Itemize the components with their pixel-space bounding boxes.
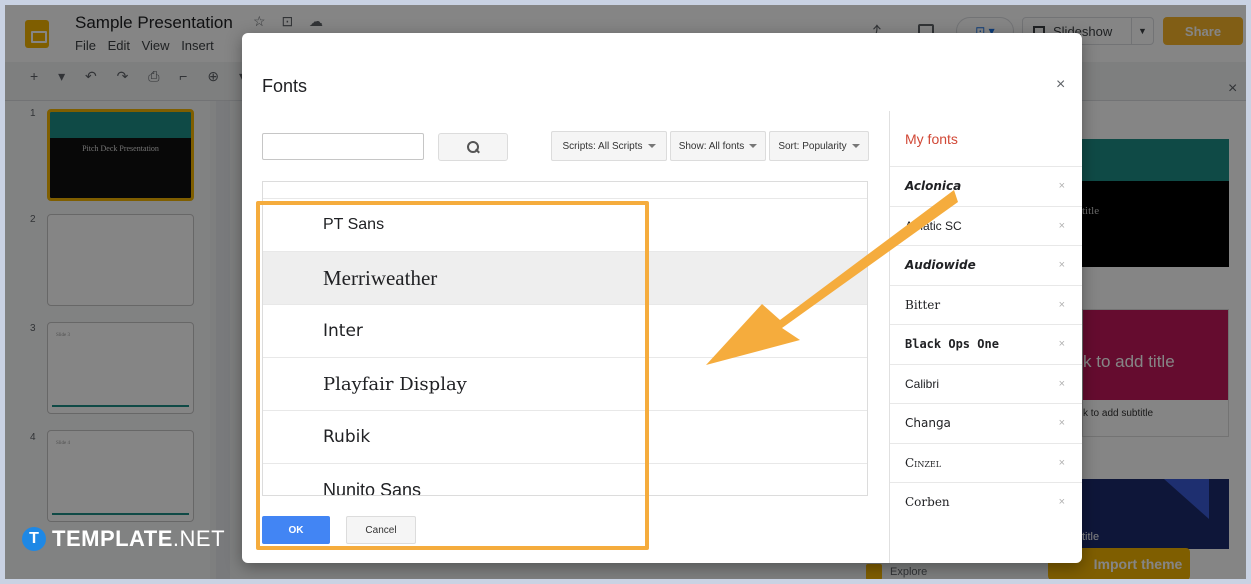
remove-font-icon[interactable]: × bbox=[1059, 180, 1065, 192]
show-filter-dropdown[interactable]: Show: All fonts bbox=[670, 131, 766, 161]
remove-font-icon[interactable]: × bbox=[1059, 378, 1065, 390]
close-icon[interactable]: × bbox=[1056, 76, 1065, 94]
remove-font-icon[interactable]: × bbox=[1059, 496, 1065, 508]
my-font-name: Cinzel bbox=[905, 455, 942, 470]
dropdown-arrow-icon bbox=[851, 144, 860, 148]
dropdown-arrow-icon bbox=[647, 144, 656, 148]
search-icon bbox=[467, 141, 479, 153]
show-filter-label: Show: All fonts bbox=[678, 140, 745, 152]
dialog-title: Fonts bbox=[262, 76, 308, 96]
dropdown-arrow-icon bbox=[749, 144, 758, 148]
sort-filter-dropdown[interactable]: Sort: Popularity bbox=[769, 131, 869, 161]
my-font-item[interactable]: Corben × bbox=[890, 482, 1082, 522]
watermark-bold: TEMPLATE bbox=[52, 526, 173, 551]
arrow-shape bbox=[706, 190, 958, 365]
template-logo-icon: T bbox=[22, 527, 46, 551]
tutorial-arrow-icon bbox=[706, 190, 958, 365]
my-font-name: Changa bbox=[905, 416, 951, 431]
my-font-item[interactable]: Changa × bbox=[890, 403, 1082, 443]
watermark-text: TEMPLATE.NET bbox=[52, 526, 225, 552]
scripts-filter-label: Scripts: All Scripts bbox=[562, 140, 643, 152]
scripts-filter-dropdown[interactable]: Scripts: All Scripts bbox=[551, 131, 667, 161]
search-button[interactable] bbox=[438, 133, 508, 161]
remove-font-icon[interactable]: × bbox=[1059, 220, 1065, 232]
my-fonts-title: My fonts bbox=[905, 131, 958, 147]
remove-font-icon[interactable]: × bbox=[1059, 457, 1065, 469]
font-search-input[interactable] bbox=[262, 133, 424, 160]
my-font-item[interactable]: Cinzel × bbox=[890, 442, 1082, 483]
remove-font-icon[interactable]: × bbox=[1059, 299, 1065, 311]
sort-filter-label: Sort: Popularity bbox=[778, 140, 847, 152]
remove-font-icon[interactable]: × bbox=[1059, 259, 1065, 271]
font-list-highlight-box bbox=[256, 201, 649, 550]
template-net-watermark: T TEMPLATE.NET bbox=[22, 526, 225, 552]
my-font-name: Corben bbox=[905, 495, 950, 510]
watermark-light: .NET bbox=[172, 526, 226, 551]
remove-font-icon[interactable]: × bbox=[1059, 417, 1065, 429]
remove-font-icon[interactable]: × bbox=[1059, 338, 1065, 350]
